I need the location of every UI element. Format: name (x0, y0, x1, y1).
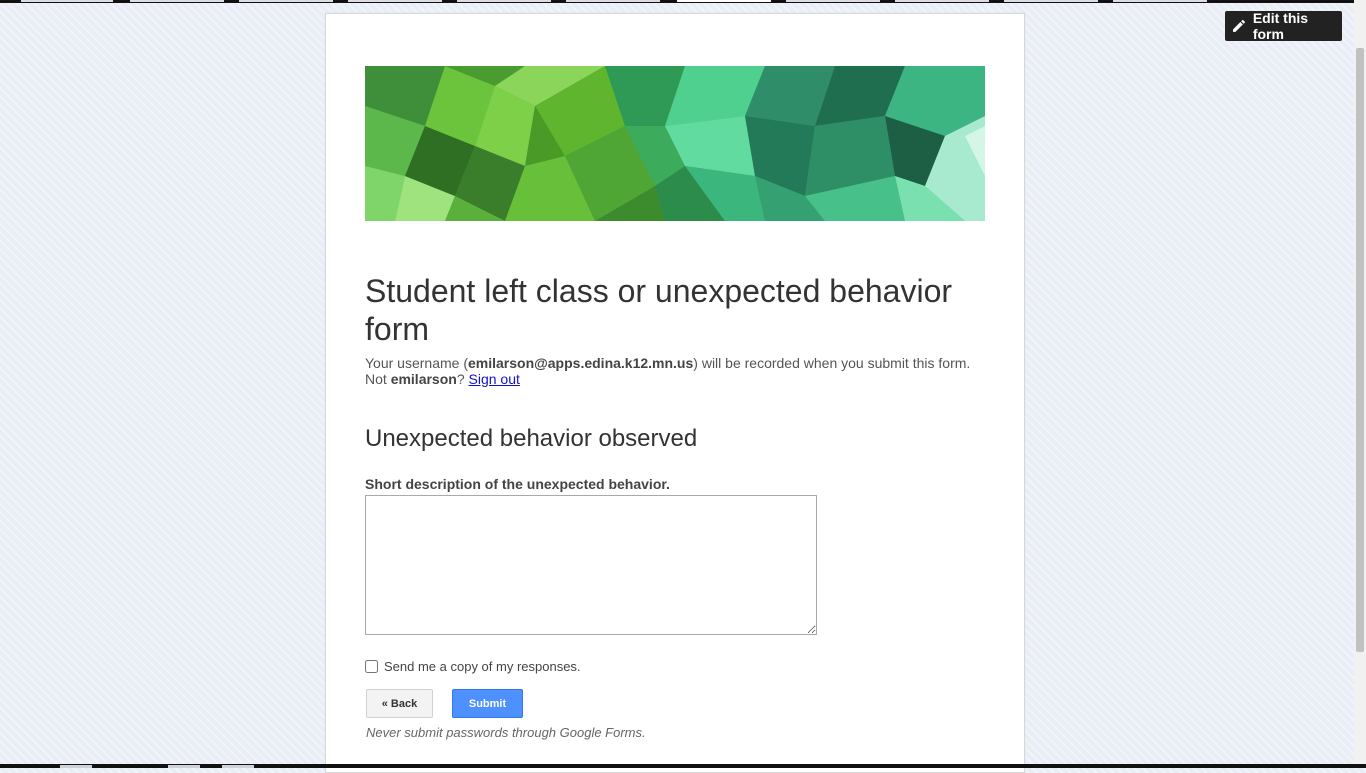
header-banner-image (365, 66, 985, 221)
send-copy-row[interactable]: Send me a copy of my responses. (365, 659, 581, 674)
scrollbar-thumb[interactable] (1356, 48, 1364, 652)
send-copy-checkbox[interactable] (365, 660, 378, 673)
submit-button[interactable]: Submit (452, 689, 523, 718)
username-email: emilarson@apps.edina.k12.mn.us (467, 355, 694, 371)
form-title: Student left class or unexpected behavio… (365, 273, 953, 347)
bottom-taskbar (0, 764, 1366, 768)
edit-form-label: Edit this form (1252, 10, 1309, 42)
page-scrollbar[interactable] (1354, 0, 1366, 768)
question-label: Short description of the unexpected beha… (365, 476, 670, 492)
form-card: Student left class or unexpected behavio… (325, 13, 1025, 773)
username-prefix: Your username ( (365, 355, 468, 371)
sign-out-link[interactable]: Sign out (469, 371, 520, 387)
behavior-description-input[interactable] (365, 495, 817, 635)
back-button[interactable]: « Back (366, 689, 433, 718)
password-disclaimer: Never submit passwords through Google Fo… (366, 725, 646, 740)
top-tab-strip (0, 0, 1366, 3)
pencil-icon (1232, 19, 1246, 32)
edit-form-button[interactable]: Edit this form (1225, 10, 1342, 42)
section-title: Unexpected behavior observed (365, 425, 698, 452)
username-short: emilarson (390, 371, 457, 387)
send-copy-label: Send me a copy of my responses. (384, 659, 581, 674)
username-question: ? (456, 371, 469, 387)
username-notice: Your username (emilarson@apps.edina.k12.… (365, 355, 990, 387)
